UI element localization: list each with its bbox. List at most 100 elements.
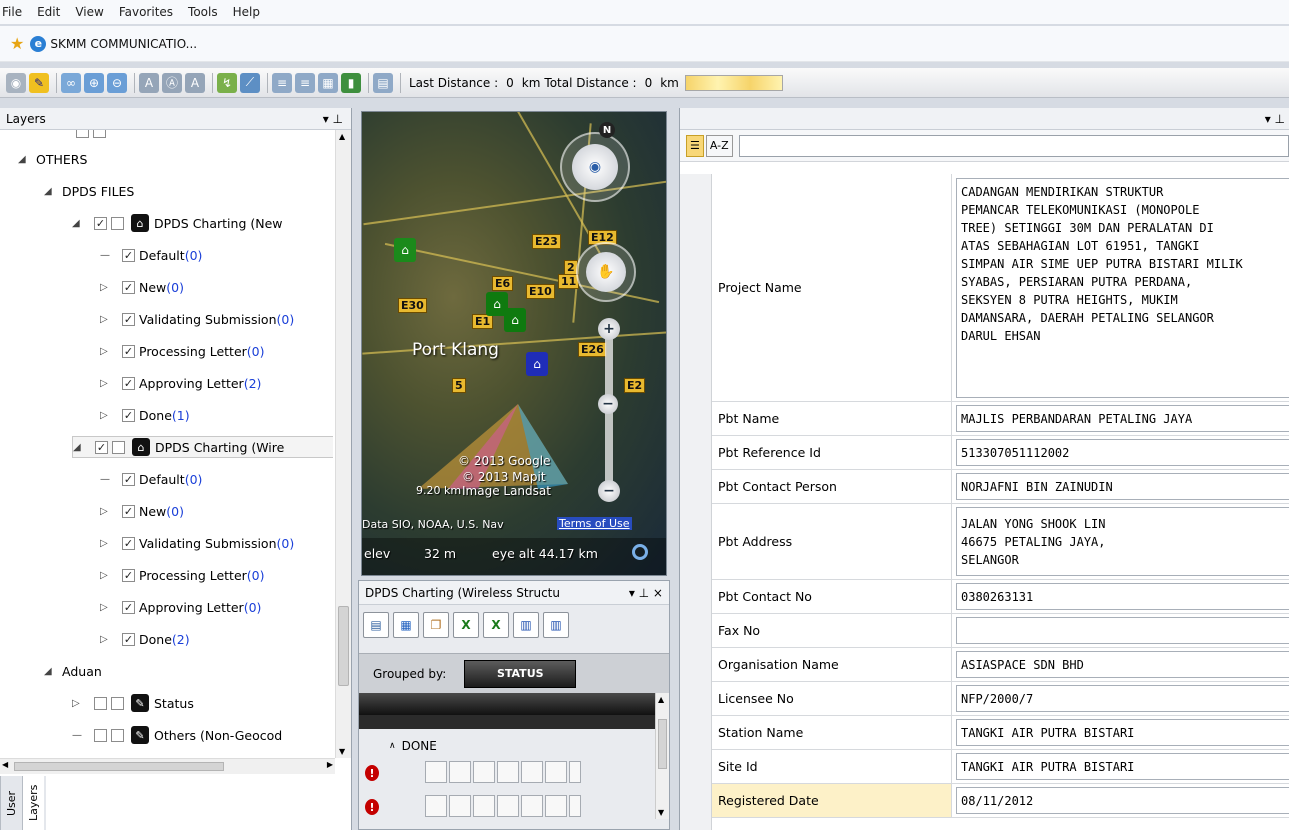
property-value-field[interactable]: 0380263131	[956, 583, 1289, 610]
zoom-slider-thumb[interactable]: −	[598, 394, 618, 414]
expand-arrow-icon[interactable]: ▷	[100, 282, 112, 293]
tree-checkbox[interactable]: ✓	[122, 408, 135, 422]
collapse-arrow-icon[interactable]: ∧	[389, 741, 396, 751]
categorized-sort-icon[interactable]: ☰	[686, 134, 704, 157]
scroll-right-icon[interactable]: ▶	[327, 760, 333, 769]
text-a-icon[interactable]: A	[139, 72, 159, 93]
globe-icon[interactable]	[473, 795, 495, 817]
tree-checkbox[interactable]: ✓	[94, 216, 107, 230]
property-row-pbt-name[interactable]: Pbt Name MAJLIS PERBANDARAN PETALING JAY…	[712, 402, 1289, 436]
map-look-control[interactable]: ◉	[560, 132, 630, 202]
attachment-icon[interactable]	[497, 761, 519, 783]
zoom-in-button[interactable]: +	[598, 318, 620, 340]
property-row-licensee-no[interactable]: Licensee No NFP/2000/7	[712, 682, 1289, 716]
expand-arrow-icon[interactable]: ▷	[72, 698, 84, 709]
tree-node-approving-letter[interactable]: ▷ ✓ Approving Letter (2)	[100, 372, 261, 394]
alphabetical-sort-button[interactable]: A-Z	[705, 134, 733, 157]
tree-node-new[interactable]: ▷ ✓ New (0)	[100, 500, 184, 522]
user-icon[interactable]	[521, 761, 543, 783]
dpds-vertical-scrollbar[interactable]: ▲ ▼	[655, 693, 669, 819]
import-list-icon[interactable]: ≡	[295, 72, 315, 93]
excel-import-icon[interactable]: X	[483, 612, 509, 638]
dpds-panel-controls[interactable]: ▾ ⊥ ×	[629, 586, 663, 600]
tree-checkbox[interactable]	[111, 216, 124, 230]
tree-node-done[interactable]: ▷ ✓ Done (1)	[100, 404, 190, 426]
tree-node-validating-submission[interactable]: ▷ ✓ Validating Submission (0)	[100, 308, 294, 330]
tree-node-done[interactable]: ▷ ✓ Done (2)	[100, 628, 190, 650]
property-row-pbt-reference-id[interactable]: Pbt Reference Id 513307051112002	[712, 436, 1289, 470]
tab-user[interactable]: User	[0, 776, 22, 830]
hand-pan-icon[interactable]: ✋	[586, 252, 626, 292]
tree-node-dpds-files[interactable]: ◢ DPDS FILES	[44, 180, 134, 202]
wireless-site-marker-icon[interactable]: ⌂	[504, 308, 526, 332]
tree-checkbox[interactable]: ✓	[122, 504, 135, 518]
expand-arrow-icon[interactable]: ▷	[100, 602, 112, 613]
dpds-site-marker-icon[interactable]: ⌂	[526, 352, 548, 376]
property-row-project-name[interactable]: Project Name CADANGAN MENDIRIKAN STRUKTU…	[712, 174, 1289, 402]
map-move-control[interactable]: ✋	[576, 242, 636, 302]
tree-node-aduan[interactable]: ◢ Aduan	[44, 660, 102, 682]
zoom-in-icon[interactable]: ⊕	[84, 72, 104, 93]
collapse-arrow-icon[interactable]: ◢	[73, 442, 85, 453]
property-row-site-id[interactable]: Site Id TANGKI AIR PUTRA BISTARI	[712, 750, 1289, 784]
scroll-thumb[interactable]	[338, 606, 349, 686]
binoculars-icon[interactable]: ∞	[61, 72, 81, 93]
globe-icon[interactable]	[473, 761, 495, 783]
export-list-icon[interactable]: ≡	[272, 72, 292, 93]
layers-panel-pin-controls[interactable]: ▾ ⊥	[323, 112, 343, 126]
property-row-pbt-contact-person[interactable]: Pbt Contact Person NORJAFNI BIN ZAINUDIN	[712, 470, 1289, 504]
tree-node-status[interactable]: ▷ ✎ Status	[72, 692, 194, 714]
tree-node-default[interactable]: — ✓ Default (0)	[100, 244, 202, 266]
bar-chart-icon[interactable]: ▮	[341, 72, 361, 93]
tree-checkbox[interactable]: ✓	[122, 344, 135, 358]
tree-node-dpds-charting-new[interactable]: ◢ ✓ ⌂ DPDS Charting (New	[72, 212, 283, 234]
layers-vertical-scrollbar[interactable]: ▲ ▼	[335, 130, 351, 758]
tree-checkbox[interactable]: ✓	[122, 312, 135, 326]
favorites-star-icon[interactable]: ★	[10, 34, 24, 53]
zoom-out-icon[interactable]: ⊖	[107, 72, 127, 93]
property-value-field[interactable]: ASIASPACE SDN BHD	[956, 651, 1289, 678]
property-value-field[interactable]: 08/11/2012	[956, 787, 1289, 814]
scroll-up-icon[interactable]: ▲	[339, 132, 345, 141]
view-document-icon[interactable]	[425, 761, 447, 783]
expand-arrow-icon[interactable]: ▷	[100, 506, 112, 517]
collapse-arrow-icon[interactable]: ◢	[18, 154, 30, 165]
property-value-field[interactable]: CADANGAN MENDIRIKAN STRUKTUR PEMANCAR TE…	[956, 177, 1289, 398]
tree-checkbox[interactable]	[94, 728, 107, 742]
menu-file[interactable]: File	[2, 5, 22, 19]
zoom-out-button[interactable]: −	[598, 480, 620, 502]
group-row-done[interactable]: ∧ DONE	[389, 735, 437, 757]
tree-node-new[interactable]: ▷ ✓ New (0)	[100, 276, 184, 298]
edit-icon[interactable]	[449, 795, 471, 817]
tree-checkbox[interactable]: ✓	[122, 568, 135, 582]
group-status-button[interactable]: STATUS	[464, 659, 577, 688]
scroll-down-icon[interactable]: ▼	[658, 808, 664, 817]
tree-node-others[interactable]: ◢ OTHERS	[18, 148, 87, 170]
property-row-organisation-name[interactable]: Organisation Name ASIASPACE SDN BHD	[712, 648, 1289, 682]
tree-checkbox[interactable]: ✓	[95, 440, 108, 454]
tree-node-default[interactable]: — ✓ Default (0)	[100, 468, 202, 490]
scroll-down-icon[interactable]: ▼	[339, 747, 345, 756]
property-row-fax-no[interactable]: Fax No	[712, 614, 1289, 648]
menu-favorites[interactable]: Favorites	[119, 5, 173, 19]
route-icon[interactable]: ↯	[217, 72, 237, 93]
property-row-pbt-contact-no[interactable]: Pbt Contact No 0380263131	[712, 580, 1289, 614]
tree-checkbox[interactable]: ✓	[122, 248, 135, 262]
compass-north-icon[interactable]: N	[599, 122, 615, 138]
terms-of-use-link[interactable]: Terms of Use	[557, 517, 632, 530]
tree-checkbox[interactable]	[76, 130, 89, 138]
note-icon[interactable]	[545, 795, 567, 817]
tree-checkbox[interactable]	[93, 130, 106, 138]
text-a-circle-icon[interactable]: Ⓐ	[162, 72, 182, 93]
eye-icon[interactable]: ◉	[6, 72, 26, 93]
browser-tab-title[interactable]: SKMM COMMUNICATIO...	[50, 37, 197, 51]
tree-node-dpds-charting-wireless[interactable]: ◢ ✓ ⌂ DPDS Charting (Wire	[72, 436, 333, 458]
table-icon[interactable]: ▦	[318, 72, 338, 93]
expand-arrow-icon[interactable]: ▷	[100, 378, 112, 389]
expand-arrow-icon[interactable]: ▷	[100, 538, 112, 549]
tab-layers[interactable]: Layers	[22, 776, 44, 830]
menu-help[interactable]: Help	[233, 5, 260, 19]
measure-icon[interactable]: ⟋	[240, 72, 260, 93]
layers-horizontal-scrollbar[interactable]: ◀ ▶	[0, 758, 335, 774]
property-search-input[interactable]	[738, 134, 1289, 157]
